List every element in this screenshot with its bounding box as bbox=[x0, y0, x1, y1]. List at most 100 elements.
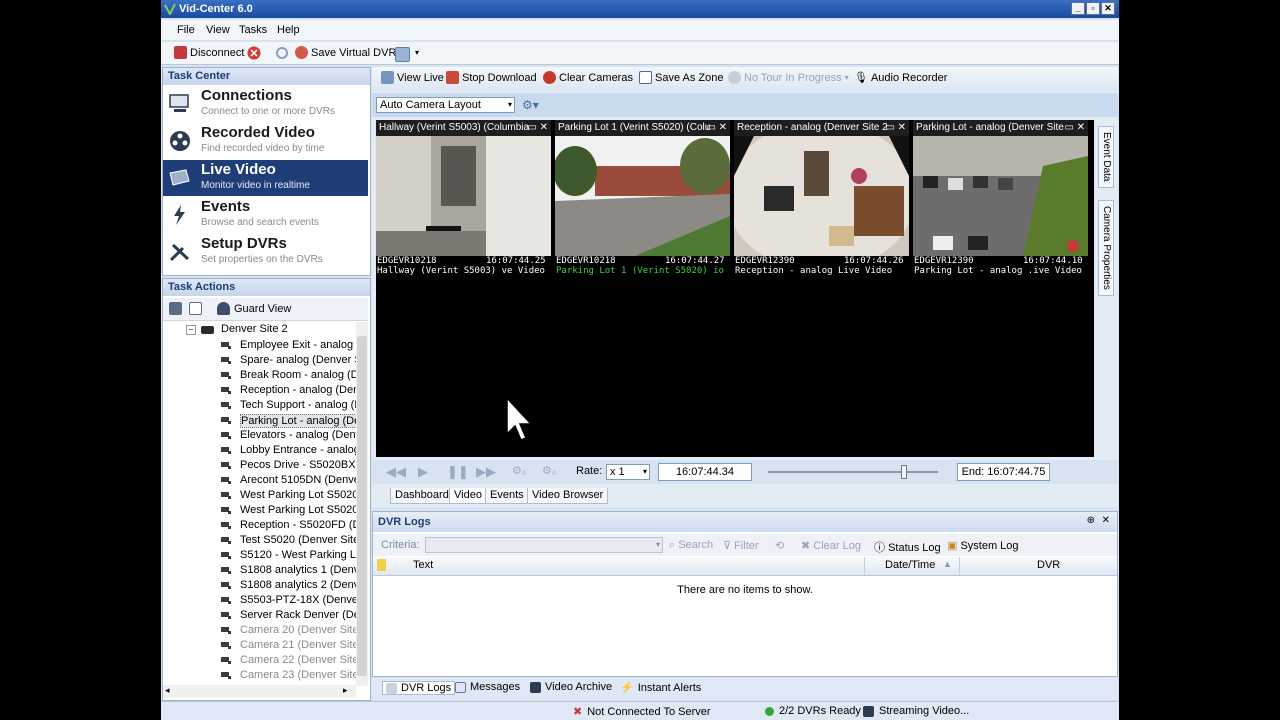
search-button[interactable]: ⌕ Search bbox=[669, 539, 713, 552]
event-type-column-icon[interactable] bbox=[377, 559, 386, 571]
tab-camera-properties[interactable]: Camera Properties bbox=[1098, 200, 1114, 296]
menu-view[interactable]: View bbox=[206, 24, 230, 36]
camera-tree-item[interactable]: West Parking Lot S5020B bbox=[163, 488, 356, 503]
maximize-button[interactable]: ▫ bbox=[1086, 2, 1100, 15]
disconnect-button[interactable]: Disconnect bbox=[174, 46, 244, 59]
maximize-tile-icon[interactable]: ▭ bbox=[886, 120, 895, 136]
close-tile-icon[interactable]: ✕ bbox=[540, 120, 548, 136]
scroll-left-icon[interactable]: ◂ bbox=[165, 685, 170, 696]
maximize-tile-icon[interactable]: ▭ bbox=[707, 120, 716, 136]
save-virtual-dvr-button[interactable]: Save Virtual DVR bbox=[295, 46, 396, 59]
time-slider-thumb[interactable] bbox=[901, 465, 907, 479]
tree-vertical-scrollbar[interactable] bbox=[356, 322, 368, 686]
minimize-button[interactable]: _ bbox=[1071, 2, 1085, 15]
tab-events[interactable]: Events bbox=[485, 488, 529, 504]
camera-layout-select[interactable]: Auto Camera Layout ▾ bbox=[376, 97, 515, 113]
task-setup-dvrs[interactable]: Setup DVRs Set properties on the DVRs bbox=[163, 234, 368, 270]
camera-tree-item[interactable]: Pecos Drive - S5020BX IP bbox=[163, 458, 356, 473]
filter-button[interactable]: ⊽ Filter bbox=[723, 539, 759, 552]
guard-view-button[interactable]: Guard View bbox=[234, 303, 291, 315]
cancel-icon[interactable] bbox=[247, 46, 261, 60]
tab-video-archive[interactable]: Video Archive bbox=[530, 681, 612, 693]
tab-dashboard[interactable]: Dashboard bbox=[390, 488, 454, 504]
criteria-select[interactable]: ▾ bbox=[425, 537, 663, 553]
camera-tree-item[interactable]: Lobby Entrance - analog bbox=[163, 443, 356, 458]
rate-select[interactable]: x 1 ▾ bbox=[606, 464, 650, 480]
camera-tree-item[interactable]: Arecont 5105DN (Denver bbox=[163, 473, 356, 488]
close-button[interactable]: ✕ bbox=[1101, 2, 1115, 15]
step-forward-icon[interactable]: ⚙₀ bbox=[542, 464, 556, 477]
system-log-button[interactable]: ▣ System Log bbox=[947, 539, 1019, 552]
fast-forward-icon[interactable]: ▶▶ bbox=[476, 464, 496, 480]
camera-tree-item[interactable]: S1808 analytics 2 (Denve bbox=[163, 578, 356, 593]
close-panel-icon[interactable]: ✕ bbox=[1102, 515, 1110, 526]
tour-dropdown[interactable]: No Tour In Progress ▾ bbox=[728, 71, 849, 84]
menu-file[interactable]: File bbox=[177, 24, 195, 36]
camera-tree-item[interactable]: Test S5020 (Denver Site bbox=[163, 533, 356, 548]
pin-icon[interactable]: ⊕ bbox=[1087, 515, 1095, 526]
camera-tree-item[interactable]: S5120 - West Parking Lot bbox=[163, 548, 356, 563]
tab-video-browser[interactable]: Video Browser bbox=[527, 488, 609, 504]
camera-tile-reception[interactable]: Reception - analog (Denver Site 2 ▭ ✕ EDGE… bbox=[734, 120, 909, 285]
camera-tools-icon[interactable] bbox=[169, 302, 182, 315]
tree-horizontal-scrollbar[interactable]: ◂ ▸ bbox=[163, 685, 356, 698]
status-log-button[interactable]: ⓘ Status Log bbox=[874, 539, 941, 555]
camera-tree-item[interactable]: Reception - S5020FD (De bbox=[163, 518, 356, 533]
close-tile-icon[interactable]: ✕ bbox=[1077, 120, 1085, 136]
current-time-field[interactable]: 16:07:44.34 bbox=[658, 463, 752, 481]
collapse-toggle-icon[interactable]: − bbox=[186, 325, 196, 335]
monitor-icon[interactable] bbox=[395, 47, 410, 62]
camera-tree-item[interactable]: Camera 20 (Denver Site 2 bbox=[163, 623, 356, 638]
task-events[interactable]: Events Browse and search events bbox=[163, 197, 368, 233]
refresh-icon[interactable] bbox=[275, 46, 289, 60]
tab-messages[interactable]: Messages bbox=[455, 681, 520, 693]
save-as-zone-button[interactable]: Save As Zone bbox=[639, 71, 724, 84]
camera-tree-item[interactable]: Employee Exit - analog (D bbox=[163, 338, 356, 353]
camera-tree-item[interactable]: Server Rack Denver (Den bbox=[163, 608, 356, 623]
time-slider-track[interactable] bbox=[768, 471, 938, 473]
camera-tile-parking-lot[interactable]: Parking Lot - analog (Denver Site ▭ ✕ EDGE… bbox=[913, 120, 1088, 285]
refresh-logs-icon[interactable]: ⟲ bbox=[775, 539, 784, 552]
camera-tree-item[interactable]: Camera 22 (Denver Site 2 bbox=[163, 653, 356, 668]
clear-log-button[interactable]: ✖ Clear Log bbox=[801, 539, 861, 552]
maximize-tile-icon[interactable]: ▭ bbox=[1065, 120, 1074, 136]
close-tile-icon[interactable]: ✕ bbox=[719, 120, 727, 136]
camera-tree-item[interactable]: Parking Lot - analog (Den bbox=[163, 413, 356, 428]
camera-tree-item[interactable]: Spare- analog (Denver Si bbox=[163, 353, 356, 368]
clear-cameras-button[interactable]: Clear Cameras bbox=[543, 71, 633, 84]
scroll-thumb[interactable] bbox=[357, 336, 367, 676]
audio-recorder-button[interactable]: 🎙 Audio Recorder bbox=[854, 71, 947, 85]
camera-tree-item[interactable]: S5503-PTZ-18X (Denver S bbox=[163, 593, 356, 608]
camera-tree-item[interactable]: Tech Support - analog (D bbox=[163, 398, 356, 413]
camera-tree-item[interactable]: Elevators - analog (Denve bbox=[163, 428, 356, 443]
stop-download-button[interactable]: Stop Download bbox=[446, 71, 537, 84]
task-recorded-video[interactable]: Recorded Video Find recorded video by ti… bbox=[163, 123, 368, 159]
column-dvr[interactable]: DVR bbox=[1037, 559, 1060, 571]
camera-tree-item[interactable]: Reception - analog (Denv bbox=[163, 383, 356, 398]
tab-dvr-logs[interactable]: DVR Logs bbox=[382, 681, 456, 695]
camera-tree-item[interactable]: Camera 23 (Denver Site 2 bbox=[163, 668, 356, 683]
menu-tasks[interactable]: Tasks bbox=[239, 24, 267, 36]
menu-help[interactable]: Help bbox=[277, 24, 300, 36]
column-text[interactable]: Text bbox=[413, 559, 433, 571]
camera-tile-parking-lot-1[interactable]: Parking Lot 1 (Verint S5020) (Colu ▭ ✕ EDG… bbox=[555, 120, 730, 285]
tab-video[interactable]: Video bbox=[449, 488, 487, 504]
tab-instant-alerts[interactable]: ⚡ Instant Alerts bbox=[620, 681, 701, 695]
camera-tree-item[interactable]: West Parking Lot S5020B bbox=[163, 503, 356, 518]
grid-layout-icon[interactable] bbox=[189, 302, 202, 315]
maximize-tile-icon[interactable]: ▭ bbox=[528, 120, 537, 136]
camera-tree-item[interactable]: S1808 analytics 1 (Denve bbox=[163, 563, 356, 578]
step-back-icon[interactable]: ⚙₀ bbox=[512, 464, 526, 477]
tree-root-label[interactable]: Denver Site 2 bbox=[221, 323, 288, 335]
camera-tree-item[interactable]: Camera 21 (Denver Site 2 bbox=[163, 638, 356, 653]
task-connections[interactable]: Connections Connect to one or more DVRs bbox=[163, 86, 368, 122]
column-datetime[interactable]: Date/Time bbox=[885, 559, 935, 571]
view-live-button[interactable]: View Live bbox=[381, 71, 444, 84]
task-live-video[interactable]: Live Video Monitor video in realtime bbox=[163, 160, 368, 196]
layout-settings-icon[interactable]: ⚙▾ bbox=[522, 98, 539, 112]
scroll-right-icon[interactable]: ▸ bbox=[343, 685, 348, 696]
play-icon[interactable]: ▶ bbox=[418, 464, 428, 480]
camera-tile-hallway[interactable]: Hallway (Verint S5003) (Columbia ▭ ✕ EDGEV… bbox=[376, 120, 551, 285]
pause-icon[interactable]: ❚❚ bbox=[447, 464, 469, 480]
end-time-field[interactable]: End: 16:07:44.75 bbox=[957, 463, 1050, 481]
